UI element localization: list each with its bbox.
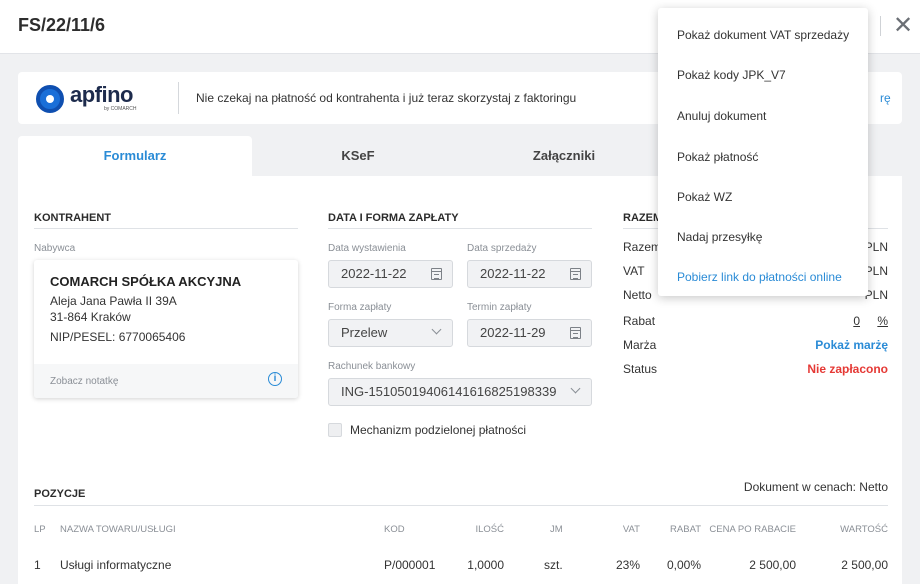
column-header-unit[interactable]: JM: [550, 524, 563, 535]
bank-account-label: Rachunek bankowy: [328, 361, 416, 372]
apfino-logo: apfino by COMARCH: [36, 82, 166, 114]
cell-unit: szt.: [544, 558, 563, 572]
column-header-name[interactable]: NAZWA TOWARU/USŁUGI: [60, 524, 176, 535]
section-title-payment: DATA I FORMA ZAPŁATY: [328, 212, 459, 224]
column-header-vat[interactable]: VAT: [623, 524, 640, 535]
price-mode-note: Dokument w cenach: Netto: [743, 480, 888, 494]
menu-item-show-jpk-codes[interactable]: Pokaż kody JPK_V7: [677, 68, 786, 82]
sale-date-label: Data sprzedaży: [467, 243, 537, 254]
total-label: Razem: [623, 240, 662, 254]
tab-zalaczniki[interactable]: Załączniki: [464, 136, 664, 176]
document-title: FS/22/11/6: [18, 15, 106, 35]
tab-formularz[interactable]: Formularz: [18, 136, 252, 176]
tab-ksef[interactable]: KSeF: [252, 136, 464, 176]
chevron-down-icon: [570, 383, 581, 394]
calendar-icon[interactable]: [570, 327, 581, 339]
menu-item-send-shipment[interactable]: Nadaj przesyłkę: [677, 230, 762, 244]
section-divider: [34, 505, 888, 506]
logo-text: apfino: [70, 82, 134, 107]
header-divider: [880, 16, 881, 36]
issue-date-label: Data wystawienia: [328, 243, 406, 254]
calendar-icon[interactable]: [431, 268, 442, 280]
banner-divider: [178, 82, 179, 114]
banner-link[interactable]: rę: [880, 91, 891, 105]
section-divider: [34, 228, 298, 229]
split-payment-label: Mechanizm podzielonej płatności: [350, 423, 527, 437]
due-date-label: Termin zapłaty: [467, 302, 532, 313]
menu-item-show-vat-document[interactable]: Pokaż dokument VAT sprzedaży: [677, 28, 849, 42]
margin-label: Marża: [623, 338, 657, 352]
show-margin-link[interactable]: Pokaż marżę: [815, 338, 888, 352]
buyer-name: COMARCH SPÓŁKA AKCYJNA: [50, 274, 242, 289]
column-header-lp[interactable]: LP: [34, 524, 46, 535]
cell-price: 2 500,00: [749, 558, 796, 572]
payment-form-label: Forma zapłaty: [328, 302, 392, 313]
netto-value: PLN: [864, 288, 888, 302]
status-badge: Nie zapłacono: [807, 362, 888, 376]
logo-subtext: by COMARCH: [104, 106, 137, 112]
column-header-code[interactable]: KOD: [384, 524, 405, 535]
section-divider: [328, 228, 592, 229]
column-header-qty[interactable]: ILOŚĆ: [475, 524, 504, 535]
menu-item-online-payment-link[interactable]: Pobierz link do płatności online: [677, 270, 842, 284]
split-payment-checkbox[interactable]: [328, 423, 342, 437]
sale-date-value: 2022-11-22: [480, 266, 546, 281]
payment-form-select[interactable]: Przelew: [328, 319, 453, 347]
column-header-value[interactable]: WARTOŚĆ: [840, 524, 888, 535]
buyer-nip: NIP/PESEL: 6770065406: [50, 330, 186, 344]
status-label: Status: [623, 362, 658, 376]
bank-account-value: ING-15105019406141616825198339: [341, 384, 557, 399]
bank-account-select[interactable]: ING-15105019406141616825198339: [328, 378, 592, 406]
vat-label: VAT: [623, 264, 645, 278]
total-value: PLN: [864, 240, 888, 254]
cell-value: 2 500,00: [841, 558, 888, 572]
payment-form-value: Przelew: [341, 325, 388, 340]
netto-label: Netto: [623, 288, 652, 302]
cell-qty: 1,0000: [467, 558, 504, 572]
see-note-link[interactable]: Zobacz notatkę: [50, 376, 118, 387]
close-icon[interactable]: ✕: [889, 10, 917, 42]
buyer-address-line2: 31-864 Kraków: [50, 310, 131, 324]
due-date-field[interactable]: 2022-11-29: [467, 319, 592, 347]
rabat-unit[interactable]: %: [877, 314, 888, 328]
buyer-card-footer: Zobacz notatkę i: [34, 364, 298, 398]
menu-item-show-payment[interactable]: Pokaż płatność: [677, 150, 758, 164]
cell-lp: 1: [34, 558, 41, 572]
rabat-label: Rabat: [623, 314, 656, 328]
menu-item-cancel-document[interactable]: Anuluj dokument: [677, 109, 766, 123]
issue-date-field[interactable]: 2022-11-22: [328, 260, 453, 288]
column-header-price[interactable]: CENA PO RABACIE: [709, 524, 796, 535]
section-title-totals: RAZEM: [623, 212, 663, 224]
buyer-label: Nabywca: [34, 243, 76, 254]
column-header-discount[interactable]: RABAT: [670, 524, 701, 535]
cell-name: Usługi informatyczne: [60, 558, 172, 572]
due-date-value: 2022-11-29: [480, 325, 546, 340]
info-icon[interactable]: i: [268, 372, 282, 386]
apfino-logo-icon: [36, 85, 64, 113]
section-title-kontrahent: KONTRAHENT: [34, 212, 111, 224]
calendar-icon[interactable]: [570, 268, 581, 280]
section-title-items: POZYCJE: [34, 488, 86, 500]
cell-discount: 0,00%: [666, 558, 701, 572]
issue-date-value: 2022-11-22: [341, 266, 407, 281]
cell-code: P/000001: [384, 558, 436, 572]
sale-date-field[interactable]: 2022-11-22: [467, 260, 592, 288]
vat-value: PLN: [864, 264, 888, 278]
chevron-down-icon: [431, 324, 442, 335]
menu-item-show-wz[interactable]: Pokaż WZ: [677, 190, 732, 204]
actions-menu: Pokaż dokument VAT sprzedaży Pokaż kody …: [658, 8, 868, 296]
buyer-card[interactable]: COMARCH SPÓŁKA AKCYJNA Aleja Jana Pawła …: [34, 260, 298, 398]
rabat-value[interactable]: 0: [853, 314, 860, 328]
cell-vat: 23%: [615, 558, 640, 572]
buyer-address-line1: Aleja Jana Pawła II 39A: [50, 294, 177, 308]
banner-message: Nie czekaj na płatność od kontrahenta i …: [196, 91, 577, 105]
